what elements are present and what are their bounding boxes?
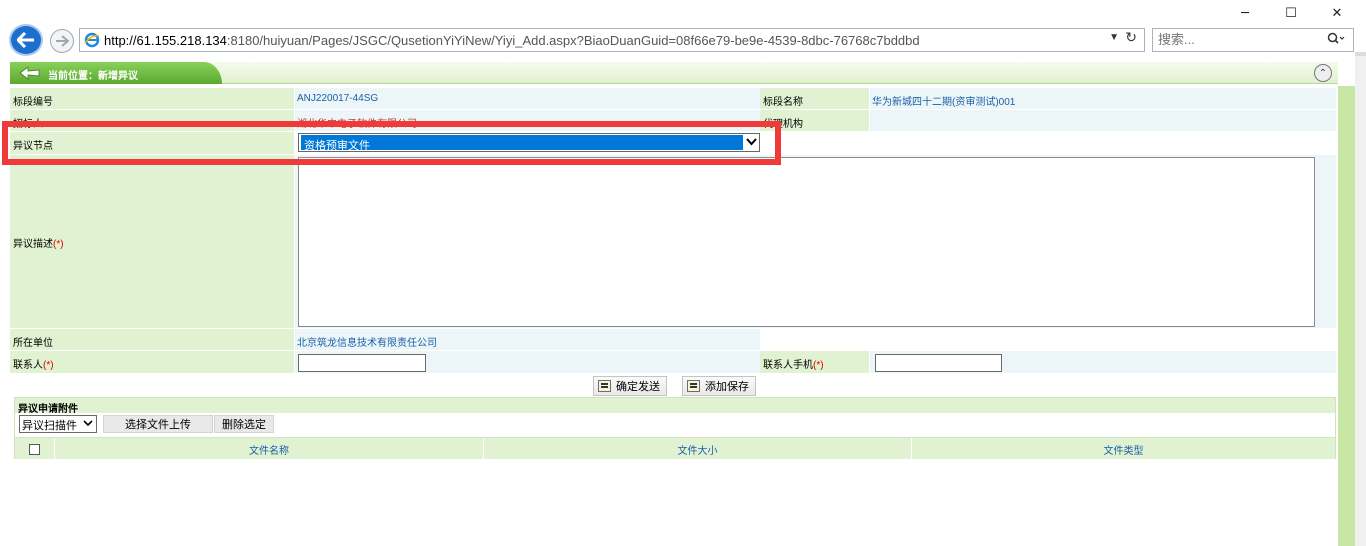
section-name-label: 标段名称 [760, 88, 870, 110]
search-box[interactable] [1152, 28, 1354, 52]
attachment-type-value: 异议扫描件 [22, 420, 77, 432]
submit-label: 确定发送 [616, 381, 660, 393]
attachments-title: 异议申请附件 [15, 398, 1335, 415]
phone-label-text: 联系人手机 [763, 360, 813, 371]
vertical-scrollbar[interactable] [1355, 56, 1366, 546]
description-textarea[interactable] [298, 157, 1315, 327]
required-mark: (*) [813, 360, 824, 371]
forward-arrow-icon [56, 35, 69, 47]
required-mark: (*) [43, 360, 54, 371]
minimize-button[interactable]: ─ [1222, 2, 1268, 24]
submit-button[interactable]: 确定发送 [593, 376, 667, 396]
save-label: 添加保存 [705, 381, 749, 393]
breadcrumb-tab: 当前位置：新增异议 [10, 62, 222, 84]
window-titlebar: ─ ☐ ✕ [0, 0, 1366, 24]
chevron-down-icon [83, 420, 93, 427]
close-window-button[interactable]: ✕ [1314, 2, 1360, 24]
back-arrow-icon [17, 32, 34, 48]
phone-label: 联系人手机(*) [760, 351, 870, 374]
section-no-label: 标段编号 [10, 88, 295, 110]
collapse-up-icon[interactable]: ⌃ [1314, 64, 1332, 82]
maximize-button[interactable]: ☐ [1268, 2, 1314, 24]
search-icon[interactable] [1327, 32, 1345, 46]
page-content: 当前位置：新增异议 ⌃ 标段编号 ANJ220017-44SG 标段名称 华为新… [0, 56, 1366, 546]
desc-label: 异议描述(*) [10, 155, 295, 329]
breadcrumb: 当前位置：新增异议 [48, 71, 138, 82]
attachments-panel: 异议申请附件 异议扫描件 选择文件上传 删除选定 文件名称 文件大小 文件类型 [14, 397, 1336, 460]
url-text: http://61.155.218.134:8180/huiyuan/Pages… [104, 33, 920, 48]
select-all-checkbox[interactable] [29, 443, 40, 455]
search-input[interactable] [1158, 32, 1308, 47]
refresh-icon[interactable]: ↻ [1125, 30, 1137, 46]
url-dropdown-icon[interactable]: ▼ [1109, 32, 1119, 43]
attachment-type-select[interactable]: 异议扫描件 [19, 415, 97, 433]
required-mark: (*) [53, 239, 64, 250]
back-button[interactable] [9, 24, 43, 56]
right-green-strip [1338, 86, 1355, 546]
forward-button[interactable] [50, 29, 74, 53]
contact-label-text: 联系人 [13, 360, 43, 371]
highlight-box [2, 121, 781, 165]
select-all-cell [15, 438, 55, 460]
unit-label: 所在单位 [10, 329, 295, 351]
upload-file-button[interactable]: 选择文件上传 [103, 415, 213, 433]
address-toolbar: http://61.155.218.134:8180/huiyuan/Pages… [0, 24, 1366, 76]
edit-icon [598, 380, 611, 392]
ie-page-icon [84, 32, 100, 48]
edit-icon [687, 380, 700, 392]
location-arrow-icon [19, 66, 40, 80]
delete-selected-button[interactable]: 删除选定 [214, 415, 274, 433]
column-header-size[interactable]: 文件大小 [484, 438, 912, 460]
breadcrumb-bar: 当前位置：新增异议 ⌃ [10, 62, 1338, 84]
unit-value: 北京筑龙信息技术有限责任公司 [295, 329, 760, 351]
agency-value [870, 110, 1336, 132]
attachments-table-header: 文件名称 文件大小 文件类型 [15, 437, 1335, 460]
contact-input[interactable] [298, 354, 426, 372]
section-name-value: 华为新城四十二期(资审测试)001 [870, 88, 1336, 110]
save-button[interactable]: 添加保存 [682, 376, 756, 396]
section-no-value: ANJ220017-44SG [295, 88, 760, 110]
contact-label: 联系人(*) [10, 351, 295, 374]
phone-input[interactable] [875, 354, 1002, 372]
desc-label-text: 异议描述 [13, 239, 53, 250]
column-header-type[interactable]: 文件类型 [912, 438, 1335, 460]
address-bar[interactable]: http://61.155.218.134:8180/huiyuan/Pages… [79, 28, 1145, 52]
column-header-name[interactable]: 文件名称 [55, 438, 484, 460]
